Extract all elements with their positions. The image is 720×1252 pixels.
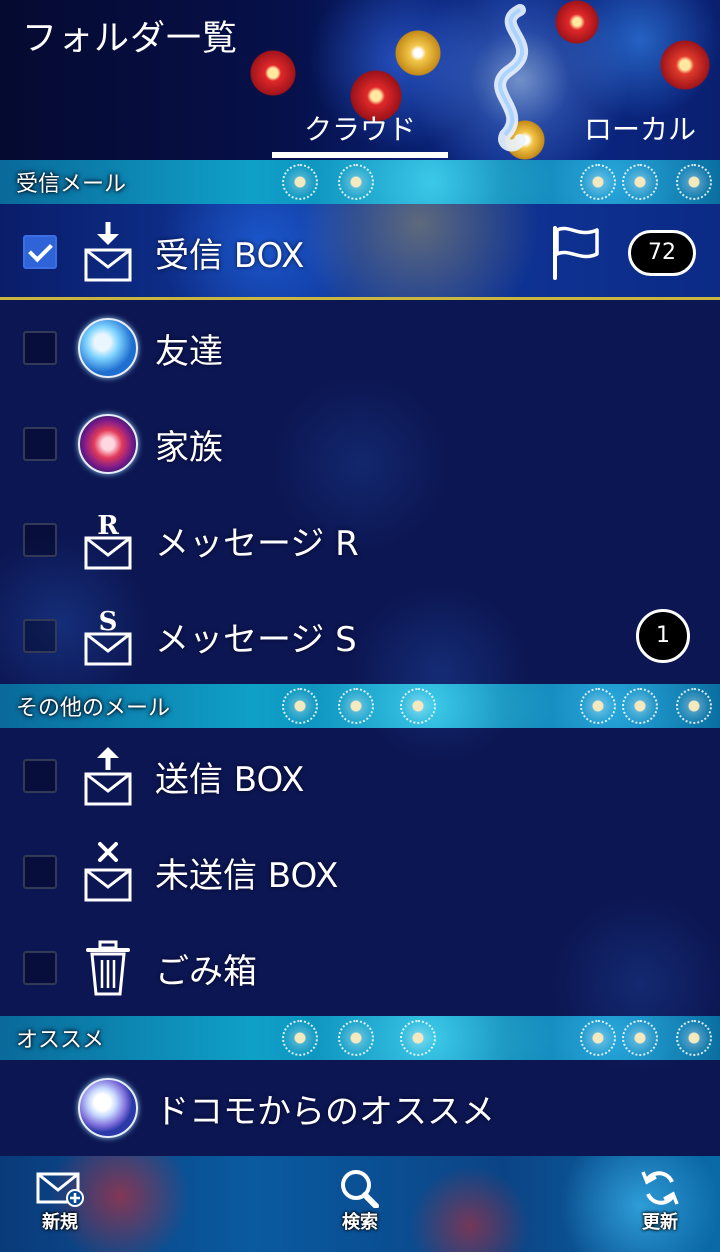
section-decoration <box>282 1020 318 1056</box>
folder-label: ドコモからのオススメ <box>155 1092 495 1132</box>
refresh-button[interactable]: 更新 <box>615 1164 705 1248</box>
bottom-toolbar: 新規 検索 更新 <box>0 1156 720 1252</box>
inbox-download-icon <box>84 222 132 282</box>
refresh-icon <box>641 1171 679 1205</box>
folder-row-docomo-recommended[interactable]: ドコモからのオススメ <box>0 1060 720 1156</box>
header-decoration <box>395 30 441 76</box>
refresh-label: 更新 <box>642 1212 678 1233</box>
page-title: フォルダ一覧 <box>22 19 239 59</box>
folder-label: メッセージ S <box>155 620 357 660</box>
folder-row-message-s[interactable]: S メッセージ S 1 <box>0 588 720 684</box>
section-decoration <box>338 1020 374 1056</box>
section-decoration <box>580 164 616 200</box>
section-decoration <box>400 1020 436 1056</box>
header-decoration <box>660 40 710 90</box>
outbox-upload-icon <box>84 747 132 806</box>
section-header-recommended: オススメ <box>0 1016 720 1060</box>
tab-cloud[interactable]: クラウド <box>272 108 448 158</box>
section-header-received: 受信メール <box>0 160 720 204</box>
folder-checkbox[interactable] <box>23 235 57 269</box>
folder-label: 送信 BOX <box>155 760 305 800</box>
section-label: その他のメール <box>16 696 171 721</box>
flower-avatar-icon <box>78 414 138 474</box>
folder-row-inbox[interactable]: 受信 BOX 72 <box>0 204 720 300</box>
section-decoration <box>338 688 374 724</box>
section-decoration <box>400 688 436 724</box>
active-tab-indicator <box>272 152 448 158</box>
section-decoration <box>676 688 712 724</box>
trash-icon <box>86 940 130 996</box>
tab-local[interactable]: ローカル <box>560 108 720 158</box>
header-decoration <box>250 50 296 96</box>
dragon-avatar-icon <box>78 1078 138 1138</box>
folder-label: メッセージ R <box>155 524 359 564</box>
message-s-icon: S <box>84 607 132 666</box>
section-decoration <box>622 164 658 200</box>
section-decoration <box>676 1020 712 1056</box>
section-label: オススメ <box>16 1028 105 1053</box>
folder-label: 受信 BOX <box>155 236 305 276</box>
folder-label: ごみ箱 <box>155 952 257 992</box>
folder-checkbox[interactable] <box>23 951 57 985</box>
new-mail-label: 新規 <box>42 1212 78 1233</box>
search-icon <box>341 1170 379 1208</box>
section-decoration <box>338 164 374 200</box>
flag-icon[interactable] <box>549 224 603 280</box>
search-button[interactable]: 検索 <box>315 1164 405 1248</box>
folder-row-friends[interactable]: 友達 <box>0 300 720 396</box>
folder-checkbox[interactable] <box>23 331 57 365</box>
folder-label: 未送信 BOX <box>155 856 339 896</box>
folder-checkbox[interactable] <box>23 427 57 461</box>
search-label: 検索 <box>342 1212 378 1233</box>
section-decoration <box>622 1020 658 1056</box>
dragon-avatar-icon <box>78 318 138 378</box>
unread-count-badge: 72 <box>628 230 696 276</box>
folder-checkbox[interactable] <box>23 523 57 557</box>
dragon-decoration <box>494 4 529 152</box>
section-decoration <box>282 164 318 200</box>
folder-row-unsent[interactable]: 未送信 BOX <box>0 824 720 920</box>
section-decoration <box>282 688 318 724</box>
folder-checkbox[interactable] <box>23 855 57 889</box>
unread-count-badge: 1 <box>636 609 690 663</box>
section-decoration <box>580 1020 616 1056</box>
folder-label: 友達 <box>155 332 223 372</box>
unsent-x-icon <box>84 842 132 902</box>
app-header: フォルダ一覧 クラウド ローカル <box>0 0 720 160</box>
folder-row-outbox[interactable]: 送信 BOX <box>0 728 720 824</box>
folder-checkbox[interactable] <box>23 759 57 793</box>
section-decoration <box>676 164 712 200</box>
folder-checkbox[interactable] <box>23 619 57 653</box>
folder-row-family[interactable]: 家族 <box>0 396 720 492</box>
new-mail-button[interactable]: 新規 <box>15 1164 105 1248</box>
section-decoration <box>622 688 658 724</box>
section-header-other: その他のメール <box>0 684 720 728</box>
section-label: 受信メール <box>16 172 127 197</box>
section-decoration <box>580 688 616 724</box>
message-r-icon: R <box>84 511 132 570</box>
folder-row-message-r[interactable]: R メッセージ R <box>0 492 720 588</box>
compose-icon <box>36 1172 84 1207</box>
folder-label: 家族 <box>155 428 223 468</box>
folder-row-trash[interactable]: ごみ箱 <box>0 920 720 1016</box>
